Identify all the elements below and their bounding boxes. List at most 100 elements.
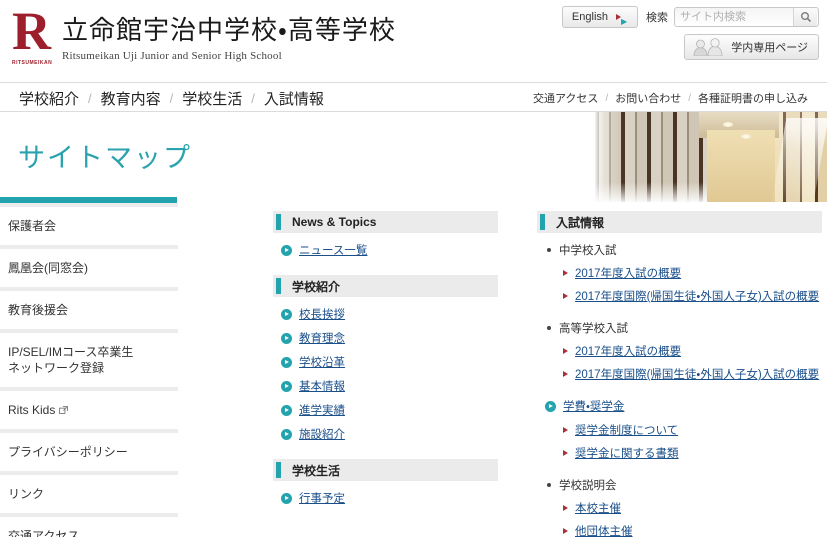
- site-header: R RITSUMEIKAN 立命館宇治中学校・高等学校 Ritsumeikan …: [0, 0, 827, 82]
- photo-wall: [707, 130, 775, 202]
- sitemap-link-row[interactable]: 行事予定: [281, 490, 498, 506]
- sitemap-sublink[interactable]: 2017年度入試の概要: [575, 343, 681, 359]
- ritsumeikan-logo-icon: R RITSUMEIKAN: [12, 1, 52, 66]
- english-language-button[interactable]: English ▶: [561, 6, 638, 28]
- arrow-circle-icon: [281, 428, 292, 440]
- brand-text: 立命館宇治中学校・高等学校 Ritsumeikan Uji Junior and…: [62, 8, 396, 62]
- sitemap-sublink-row[interactable]: 2017年度入試の概要: [563, 265, 822, 281]
- sitemap-link-row[interactable]: 学校沿革: [281, 354, 498, 370]
- school-name-en: Ritsumeikan Uji Junior and Senior High S…: [62, 50, 282, 62]
- sidebar-item-3[interactable]: 教育後援会: [0, 291, 178, 329]
- section-heading-label: 学校生活: [292, 463, 341, 478]
- sitemap-link[interactable]: ニュース一覧: [299, 242, 367, 258]
- bullet-dot-icon: [547, 326, 551, 330]
- sitemap-right-column: 入試情報 中学校入試 2017年度入試の概要 2017年度国際(帰国生徒・外国人子女)…: [537, 211, 822, 537]
- sitemap-sublink-row[interactable]: 2017年度国際(帰国生徒・外国人子女)入試の概要: [563, 366, 822, 382]
- sitemap-group-heading: 学校説明会: [547, 477, 822, 493]
- sitemap-sublink-row[interactable]: 本校主催: [563, 500, 822, 516]
- sidebar-item-4[interactable]: IP/SEL/IMコース卒業生 ネットワーク登録: [0, 333, 178, 387]
- nav-item-3[interactable]: 学校生活: [173, 88, 251, 109]
- sitemap-sublink-row[interactable]: 2017年度入試の概要: [563, 343, 822, 359]
- sitemap-link[interactable]: 学費・奨学金: [563, 398, 624, 414]
- sitemap-group-heading: 中学校入試: [547, 242, 822, 258]
- arrow-circle-icon: [281, 308, 292, 320]
- sitemap-link[interactable]: 進学実績: [299, 402, 345, 418]
- sidebar-item-label: IP/SEL/IMコース卒業生 ネットワーク登録: [8, 345, 134, 375]
- sitemap-sublink[interactable]: 奨学金制度について: [575, 422, 678, 438]
- sitemap-sublink-row[interactable]: 奨学金制度について: [563, 422, 822, 438]
- sitemap-link-row[interactable]: 教育理念: [281, 330, 498, 346]
- sitemap-link-row[interactable]: 進学実績: [281, 402, 498, 418]
- arrow-circle-icon: [281, 380, 292, 392]
- nav-item-1[interactable]: 学校紹介: [10, 88, 88, 109]
- triangle-bullet-icon: [563, 348, 568, 354]
- section-header-3: 学校生活: [273, 459, 498, 481]
- sitemap-link[interactable]: 教育理念: [299, 330, 345, 346]
- sitemap-link[interactable]: 学校沿革: [299, 354, 345, 370]
- section-accent-bar: [276, 278, 281, 294]
- sidebar-item-1[interactable]: 保護者会: [0, 207, 178, 245]
- sidebar-nav: 保護者会鳳凰会(同窓会) 教育後援会 IP/SEL/IMコース卒業生 ネットワーク登録…: [0, 203, 178, 537]
- photo-ceiling-light-2: [741, 134, 751, 139]
- sitemap-link-row[interactable]: 施設紹介: [281, 426, 498, 442]
- triangle-bullet-icon: [563, 270, 568, 276]
- sitemap-link-row[interactable]: 学費・奨学金: [545, 398, 822, 414]
- hero-banner: サイトマップ: [0, 112, 827, 202]
- english-button-label: English: [571, 11, 608, 23]
- sidebar-item-8[interactable]: 交通アクセス: [0, 517, 178, 537]
- sitemap-sublink[interactable]: 他団体主催: [575, 523, 633, 537]
- sidebar-item-label: リンク: [8, 487, 45, 501]
- arrow-circle-icon: [281, 492, 292, 504]
- sitemap-sublink[interactable]: 2017年度入試の概要: [575, 265, 681, 281]
- page-root: R RITSUMEIKAN 立命館宇治中学校・高等学校 Ritsumeikan …: [0, 0, 827, 537]
- search-icon: [800, 12, 811, 23]
- triangle-bullet-icon: [563, 427, 568, 433]
- nav-item-2[interactable]: 教育内容: [92, 88, 170, 109]
- triangle-bullet-icon: [563, 528, 568, 534]
- sitemap-sublink-row[interactable]: 奨学金に関する書類: [563, 445, 822, 461]
- sitemap-link-row[interactable]: ニュース一覧: [281, 242, 498, 258]
- sitemap-sublink[interactable]: 2017年度国際(帰国生徒・外国人子女)入試の概要: [575, 288, 819, 304]
- search-box[interactable]: [674, 7, 819, 27]
- search-submit-button[interactable]: [793, 8, 817, 26]
- sitemap-link[interactable]: 校長挨拶: [299, 306, 345, 322]
- subnav-item-3[interactable]: 各種証明書の申し込み: [691, 90, 815, 106]
- header-utility-row-bottom: 学内専用ページ: [562, 34, 819, 60]
- section-accent-bar: [276, 214, 281, 230]
- sidebar-item-label: 教育後援会: [8, 303, 69, 317]
- sitemap-link[interactable]: 行事予定: [299, 490, 345, 506]
- sitemap-link-row[interactable]: 校長挨拶: [281, 306, 498, 322]
- people-icon: [693, 38, 723, 56]
- sidebar-item-6[interactable]: プライバシーポリシー: [0, 433, 178, 471]
- sitemap-sublink[interactable]: 奨学金に関する書類: [575, 445, 679, 461]
- sitemap-sublink[interactable]: 2017年度国際(帰国生徒・外国人子女)入試の概要: [575, 366, 819, 382]
- external-link-icon: [59, 406, 69, 415]
- sitemap-link[interactable]: 施設紹介: [299, 426, 345, 442]
- section-heading-label: News & Topics: [292, 215, 377, 229]
- subnav-item-1[interactable]: 交通アクセス: [526, 90, 605, 106]
- subnav-item-2[interactable]: お問い合わせ: [608, 90, 688, 106]
- sitemap-sublink-row[interactable]: 2017年度国際(帰国生徒・外国人子女)入試の概要: [563, 288, 822, 304]
- sidebar-item-label: 保護者会: [8, 219, 57, 233]
- sitemap-group-label: 学校説明会: [559, 480, 617, 492]
- logo-letter: R: [12, 1, 51, 61]
- sidebar-item-5[interactable]: Rits Kids: [0, 391, 178, 429]
- sitemap-group-heading: 高等学校入試: [547, 320, 822, 336]
- private-page-label: 学内専用ページ: [731, 42, 808, 54]
- sidebar-item-2[interactable]: 鳳凰会(同窓会): [0, 249, 178, 287]
- arrow-circle-icon: [281, 332, 292, 344]
- sitemap-sublink[interactable]: 本校主催: [575, 500, 621, 516]
- sitemap-sublink-row[interactable]: 他団体主催: [563, 523, 822, 537]
- nav-item-4[interactable]: 入試情報: [255, 88, 333, 109]
- search-label: 検索: [646, 12, 668, 24]
- sitemap-link-row[interactable]: 基本情報: [281, 378, 498, 394]
- arrow-circle-icon: [281, 356, 292, 368]
- private-page-button[interactable]: 学内専用ページ: [684, 34, 819, 60]
- sidebar-item-7[interactable]: リンク: [0, 475, 178, 513]
- sitemap-link[interactable]: 基本情報: [299, 378, 345, 394]
- site-brand[interactable]: R RITSUMEIKAN 立命館宇治中学校・高等学校 Ritsumeikan …: [12, 1, 396, 66]
- search-input[interactable]: [675, 8, 793, 26]
- section-accent-bar: [276, 462, 281, 478]
